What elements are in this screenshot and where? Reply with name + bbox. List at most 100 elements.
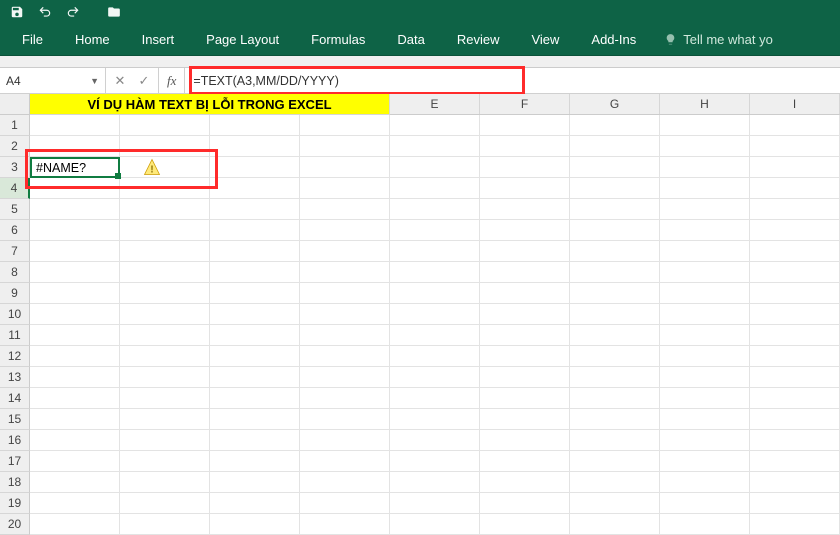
cell[interactable] [660,262,750,283]
cell[interactable] [210,157,300,178]
cell[interactable] [750,136,840,157]
row-header[interactable]: 12 [0,346,30,367]
cell[interactable] [300,220,390,241]
cell[interactable] [390,514,480,535]
cell[interactable] [30,388,120,409]
cell[interactable] [480,346,570,367]
cell[interactable] [390,325,480,346]
tab-file[interactable]: File [8,26,57,53]
cell[interactable] [120,199,210,220]
cell[interactable] [120,283,210,304]
cell[interactable] [300,493,390,514]
cell[interactable] [570,115,660,136]
cell[interactable] [570,472,660,493]
cell[interactable] [390,304,480,325]
cell[interactable] [570,241,660,262]
row-header[interactable]: 13 [0,367,30,388]
row-header[interactable]: 11 [0,325,30,346]
cell[interactable] [570,220,660,241]
cell[interactable] [660,157,750,178]
cell[interactable] [390,262,480,283]
cell[interactable] [480,283,570,304]
cell[interactable] [300,199,390,220]
tab-page-layout[interactable]: Page Layout [192,26,293,53]
cell[interactable] [750,430,840,451]
cell[interactable] [390,136,480,157]
cell[interactable] [120,346,210,367]
cell[interactable] [480,136,570,157]
cell[interactable] [210,262,300,283]
save-icon[interactable] [10,5,24,19]
cell[interactable] [300,346,390,367]
cell[interactable] [300,409,390,430]
cell[interactable] [300,157,390,178]
cell[interactable] [570,199,660,220]
cell[interactable] [750,220,840,241]
cell[interactable] [750,451,840,472]
row-header[interactable]: 10 [0,304,30,325]
cell[interactable] [210,409,300,430]
cell[interactable] [210,472,300,493]
cell[interactable] [480,220,570,241]
worksheet[interactable]: A B C D E F G H I 1234567891011121314151… [0,94,840,535]
cell[interactable] [300,451,390,472]
cell[interactable] [120,325,210,346]
cell[interactable] [390,199,480,220]
cell[interactable] [390,472,480,493]
col-header-f[interactable]: F [480,94,570,114]
cell[interactable] [210,136,300,157]
cell[interactable] [750,115,840,136]
row-header[interactable]: 1 [0,115,30,136]
cell[interactable] [30,220,120,241]
cell[interactable] [390,451,480,472]
cell[interactable] [480,304,570,325]
cell[interactable] [210,199,300,220]
row-header[interactable]: 18 [0,472,30,493]
cell[interactable] [30,514,120,535]
cell[interactable] [120,388,210,409]
cell[interactable] [210,220,300,241]
cell[interactable] [210,115,300,136]
cell[interactable] [210,283,300,304]
chevron-down-icon[interactable]: ▼ [90,76,99,86]
cell[interactable] [750,178,840,199]
cell[interactable] [210,304,300,325]
cell[interactable] [300,283,390,304]
cell[interactable] [390,430,480,451]
formula-input[interactable]: =TEXT(A3,MM/DD/YYYY) [185,68,840,93]
cell[interactable] [30,304,120,325]
cell[interactable] [570,430,660,451]
cell[interactable] [570,262,660,283]
row-header[interactable]: 9 [0,283,30,304]
cell[interactable] [300,514,390,535]
cell[interactable] [300,367,390,388]
cell[interactable] [300,178,390,199]
cell[interactable] [480,325,570,346]
cell[interactable] [660,346,750,367]
cell[interactable] [750,199,840,220]
row-header[interactable]: 17 [0,451,30,472]
cell[interactable] [570,136,660,157]
tab-addins[interactable]: Add-Ins [577,26,650,53]
cell[interactable] [300,304,390,325]
cell[interactable] [30,346,120,367]
cell[interactable] [480,388,570,409]
col-header-g[interactable]: G [570,94,660,114]
cell[interactable] [300,388,390,409]
cell[interactable] [570,157,660,178]
row-header[interactable]: 4 [0,178,30,199]
cell[interactable] [30,472,120,493]
cell[interactable] [480,115,570,136]
cell[interactable] [300,115,390,136]
cell[interactable] [390,283,480,304]
redo-icon[interactable] [66,5,80,19]
title-merged-cell[interactable]: VÍ DỤ HÀM TEXT BỊ LỖI TRONG EXCEL [30,94,390,115]
cell[interactable] [300,430,390,451]
cell[interactable] [480,472,570,493]
cell[interactable] [570,514,660,535]
select-all-corner[interactable] [0,94,30,114]
tab-formulas[interactable]: Formulas [297,26,379,53]
cell[interactable] [480,241,570,262]
cell[interactable] [480,514,570,535]
cell[interactable] [30,178,120,199]
